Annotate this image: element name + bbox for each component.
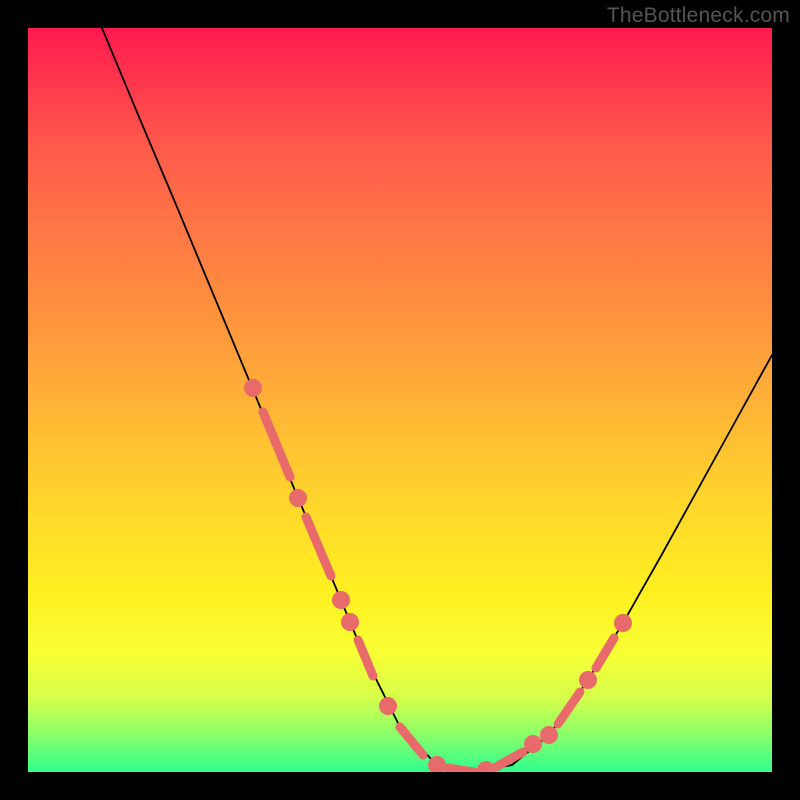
highlight-markers-valley (384, 702, 538, 773)
chart-frame: TheBottleneck.com (0, 0, 800, 800)
curve-layer (28, 28, 772, 772)
plot-area (28, 28, 772, 772)
highlight-markers-right (545, 619, 628, 740)
watermark-text: TheBottleneck.com (607, 4, 790, 28)
bottleneck-curve (102, 28, 772, 772)
